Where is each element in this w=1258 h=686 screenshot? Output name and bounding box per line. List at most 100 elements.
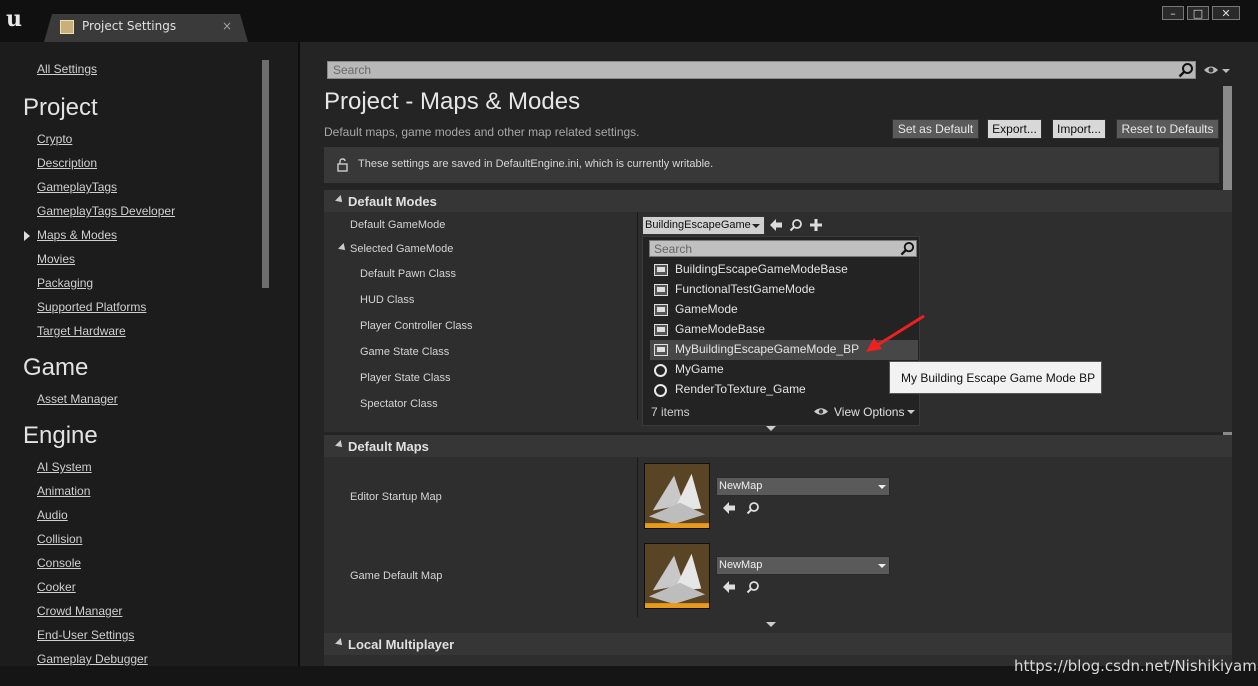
column-divider[interactable] <box>637 457 638 617</box>
view-options-button[interactable]: View Options <box>834 405 904 419</box>
section-default-modes[interactable] <box>324 190 1232 212</box>
nav-scrollbar[interactable] <box>262 60 269 288</box>
nav-item-gameplaytags[interactable]: GameplayTags <box>37 180 117 194</box>
nav-item-gameplaytags-developer[interactable]: GameplayTags Developer <box>37 204 175 218</box>
nav-item-collision[interactable]: Collision <box>37 532 82 546</box>
label-game-state-class: Game State Class <box>360 346 450 358</box>
nav-item-ai-system[interactable]: AI System <box>37 460 92 474</box>
object-circle-icon <box>654 364 667 377</box>
picker-item-label: GameMode <box>675 302 738 316</box>
nav-all-settings[interactable]: All Settings <box>37 62 97 76</box>
chevron-down-icon[interactable] <box>907 410 915 414</box>
use-selected-arrow-icon[interactable] <box>722 501 736 515</box>
label-hud-class: HUD Class <box>360 294 415 306</box>
import-button[interactable]: Import... <box>1052 119 1106 139</box>
section-default-maps[interactable] <box>324 435 1232 457</box>
export-button[interactable]: Export... <box>987 119 1042 139</box>
game-default-map-value: NewMap <box>719 559 763 571</box>
class-icon <box>654 284 668 296</box>
nav-item-end-user-settings[interactable]: End-User Settings <box>37 628 134 642</box>
label-player-state-class: Player State Class <box>360 372 451 384</box>
picker-item-label: MyGame <box>675 362 724 376</box>
expand-advanced-icon[interactable] <box>766 426 776 431</box>
red-annotation-arrow-icon <box>866 314 925 352</box>
picker-item-label: BuildingEscapeGameModeBase <box>675 262 848 276</box>
column-divider[interactable] <box>637 212 638 420</box>
object-circle-icon <box>654 384 667 397</box>
label-game-default-map: Game Default Map <box>350 570 443 582</box>
chevron-down-icon <box>878 564 886 568</box>
editor-startup-map-value: NewMap <box>719 480 763 492</box>
eye-icon[interactable] <box>1203 64 1219 76</box>
nav-item-console[interactable]: Console <box>37 556 81 570</box>
nav-item-description[interactable]: Description <box>37 156 97 170</box>
search-icon[interactable] <box>1178 62 1194 78</box>
active-item-arrow-icon <box>24 231 30 241</box>
class-icon <box>654 344 668 356</box>
label-default-gamemode: Default GameMode <box>350 219 446 231</box>
eye-icon[interactable] <box>813 406 829 417</box>
unlocked-icon <box>337 158 348 172</box>
picker-search-input[interactable] <box>654 242 894 255</box>
chevron-down-icon <box>878 485 886 489</box>
section-title-default-maps: Default Maps <box>348 439 429 454</box>
class-icon <box>654 264 668 276</box>
label-spectator-class: Spectator Class <box>360 398 438 410</box>
search-icon[interactable] <box>900 241 915 256</box>
class-icon <box>654 324 668 336</box>
reset-to-defaults-button[interactable]: Reset to Defaults <box>1116 119 1219 139</box>
expand-advanced-icon[interactable] <box>766 622 776 627</box>
section-title-default-modes: Default Modes <box>348 194 437 209</box>
section-title-local-multiplayer: Local Multiplayer <box>348 637 455 652</box>
nav-item-packaging[interactable]: Packaging <box>37 276 93 290</box>
picker-item-label: RenderToTexture_Game <box>675 382 806 396</box>
nav-item-target-hardware[interactable]: Target Hardware <box>37 324 126 338</box>
chevron-down-icon[interactable] <box>1222 69 1230 73</box>
set-as-default-button[interactable]: Set as Default <box>892 119 979 139</box>
settings-search-input[interactable] <box>333 63 1133 77</box>
minimize-button[interactable]: – <box>1162 6 1184 20</box>
picker-item-label: FunctionalTestGameMode <box>675 282 816 296</box>
nav-item-audio[interactable]: Audio <box>37 508 68 522</box>
browse-search-icon[interactable] <box>746 580 760 594</box>
nav-heading-engine: Engine <box>23 422 98 449</box>
gamemode-combo-value: BuildingEscapeGame <box>645 219 751 231</box>
close-window-button[interactable]: ✕ <box>1212 6 1240 20</box>
nav-item-crowd-manager[interactable]: Crowd Manager <box>37 604 122 618</box>
label-selected-gamemode: Selected GameMode <box>350 243 454 255</box>
nav-item-crypto[interactable]: Crypto <box>37 132 72 146</box>
chevron-down-icon <box>752 224 760 228</box>
nav-item-movies[interactable]: Movies <box>37 252 75 266</box>
unreal-logo-icon: u <box>6 6 22 32</box>
tab-label: Project Settings <box>82 19 177 33</box>
watermark-text: https://blog.csdn.net/Nishikiyama <box>1014 657 1258 675</box>
label-default-pawn-class: Default Pawn Class <box>360 268 456 280</box>
nav-item-cooker[interactable]: Cooker <box>37 580 76 594</box>
page-subtitle: Default maps, game modes and other map r… <box>324 125 640 139</box>
nav-item-animation[interactable]: Animation <box>37 484 90 498</box>
nav-item-supported-platforms[interactable]: Supported Platforms <box>37 300 146 314</box>
browse-search-icon[interactable] <box>746 501 760 515</box>
tab-close-icon[interactable]: × <box>222 19 232 33</box>
settings-tab-icon <box>60 20 74 34</box>
add-plus-icon[interactable] <box>809 218 823 232</box>
label-editor-startup-map: Editor Startup Map <box>350 491 442 503</box>
picker-item-label: MyBuildingEscapeGameMode_BP <box>675 342 860 356</box>
tooltip-text: My Building Escape Game Mode BP <box>901 371 1096 385</box>
use-selected-arrow-icon[interactable] <box>769 218 783 232</box>
nav-item-maps-modes[interactable]: Maps & Modes <box>37 228 117 242</box>
picker-item-label: GameModeBase <box>675 322 766 336</box>
nav-heading-game: Game <box>23 354 89 381</box>
nav-item-gameplay-debugger[interactable]: Gameplay Debugger <box>37 652 148 666</box>
nav-item-asset-manager[interactable]: Asset Manager <box>37 392 118 406</box>
config-info-text: These settings are saved in DefaultEngin… <box>358 158 714 170</box>
page-title: Project - Maps & Modes <box>324 88 581 115</box>
use-selected-arrow-icon[interactable] <box>722 580 736 594</box>
browse-search-icon[interactable] <box>789 218 803 232</box>
map-thumbnail-icon[interactable] <box>644 463 710 529</box>
map-thumbnail-icon[interactable] <box>644 543 710 609</box>
maximize-button[interactable]: □ <box>1187 6 1209 20</box>
label-player-controller-class: Player Controller Class <box>360 320 473 332</box>
section-local-multiplayer[interactable] <box>324 633 1232 655</box>
nav-heading-project: Project <box>23 94 98 121</box>
